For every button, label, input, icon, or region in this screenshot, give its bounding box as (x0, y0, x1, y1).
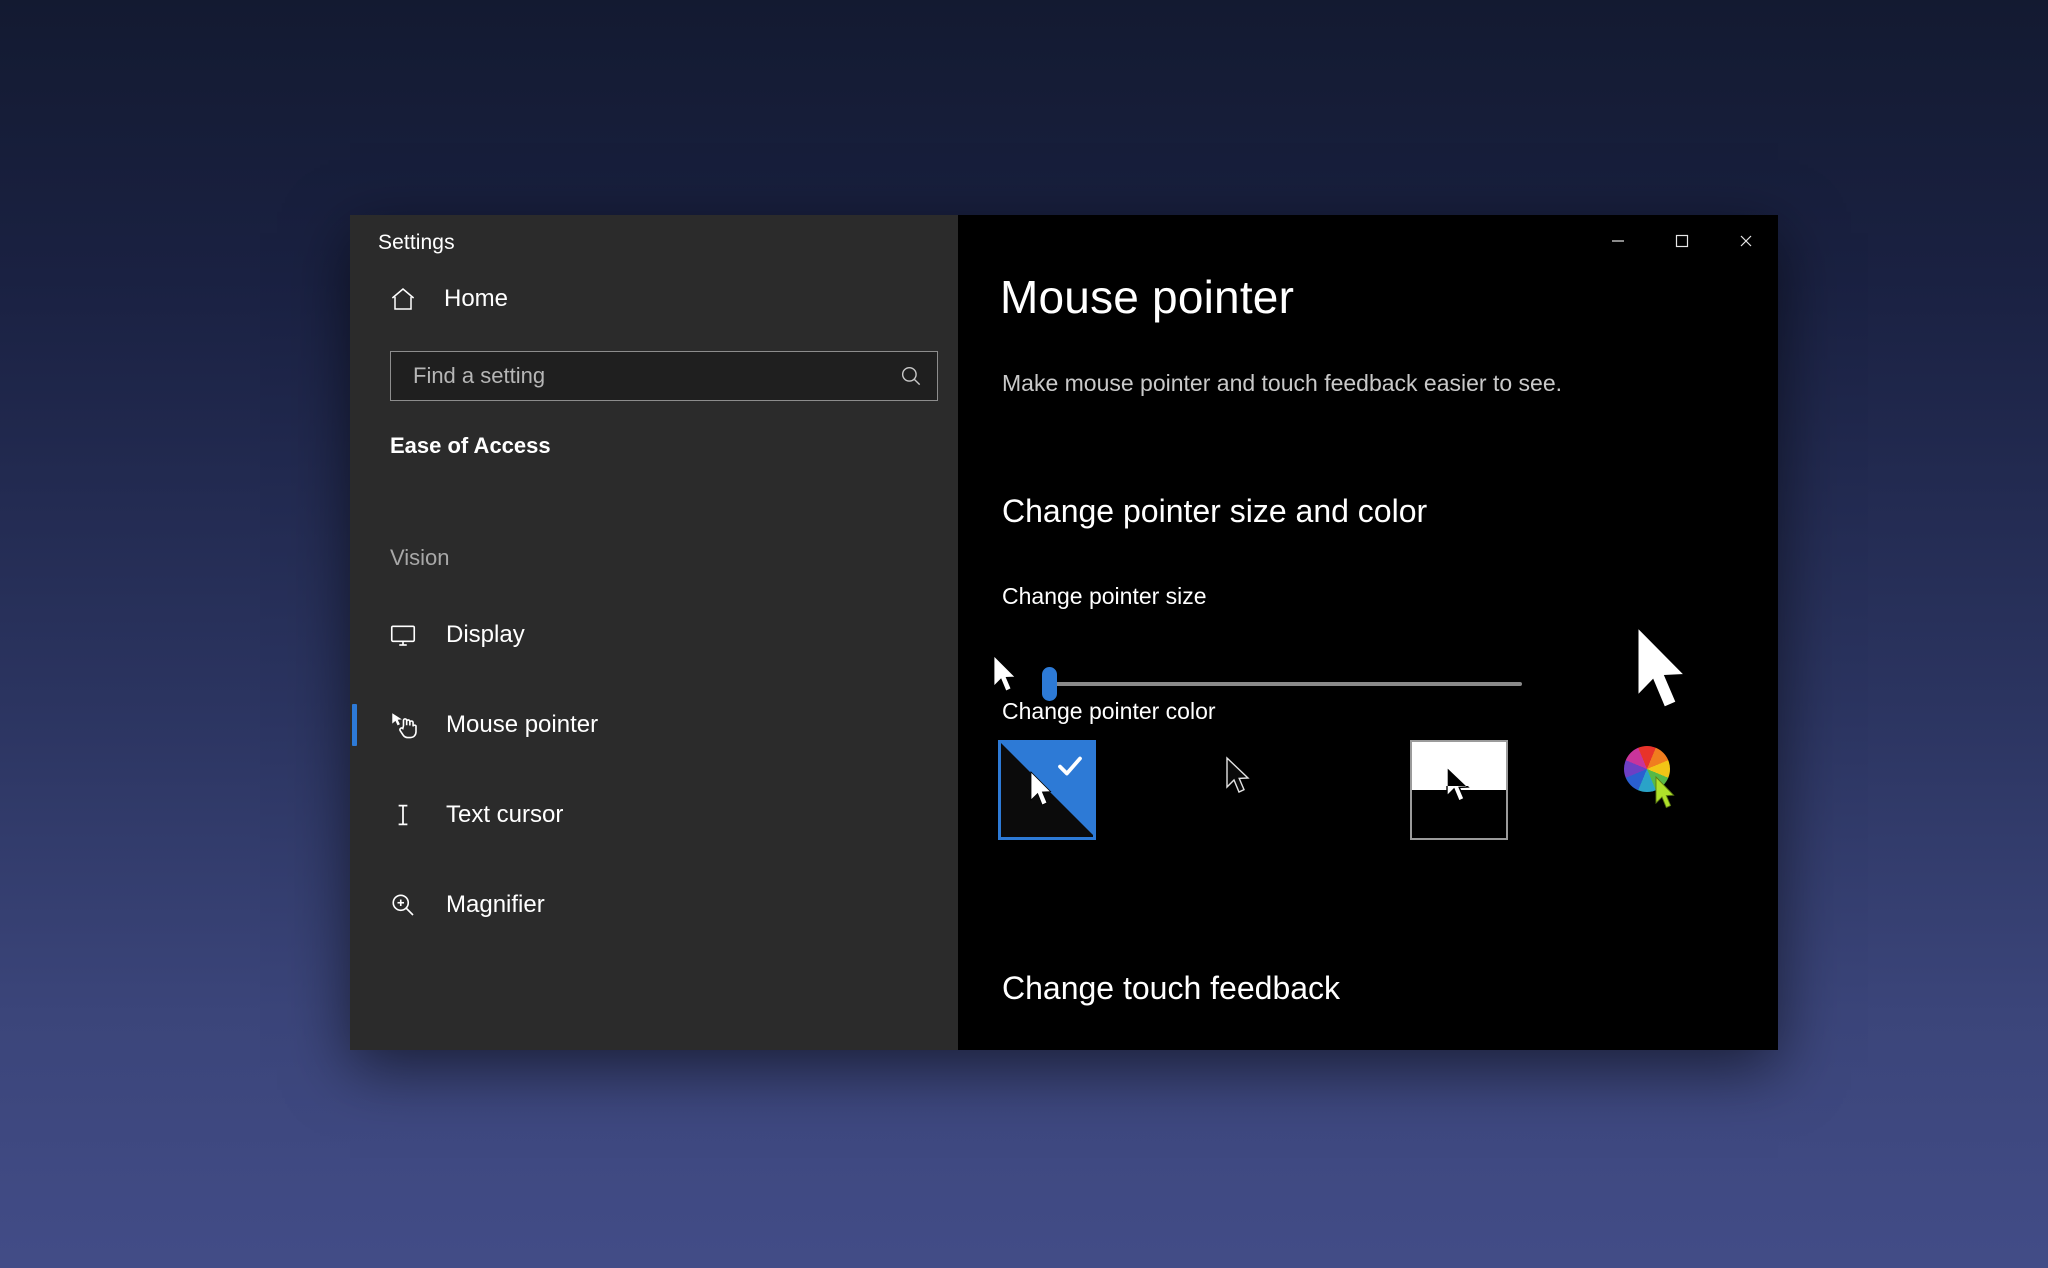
pointer-color-option-black[interactable]: black-pointer (1204, 740, 1302, 840)
section-heading-size-color: Change pointer size and color (1002, 493, 1428, 529)
sidebar-item-home-label: Home (444, 285, 509, 312)
pointer-color-option-inverted[interactable]: inverted-pointer (1410, 740, 1508, 840)
slider-track[interactable] (1042, 682, 1522, 686)
home-icon (388, 284, 422, 314)
magnifier-icon (388, 890, 426, 920)
hand-pointer-icon (388, 709, 426, 741)
sidebar-item-home[interactable]: Home (370, 271, 930, 327)
close-button[interactable]: Close (1714, 215, 1778, 267)
maximize-button[interactable]: Maximize (1650, 215, 1714, 267)
pointer-size-label: Change pointer size (1002, 583, 1207, 609)
text-cursor-icon (388, 800, 426, 830)
slider-thumb[interactable] (1042, 667, 1057, 701)
custom-color-pointer-icon (1652, 774, 1680, 817)
pointer-color-options: white-pointer black-pointer (998, 740, 1726, 840)
settings-window: Settings Home Ease of Access Vision (350, 215, 1778, 1050)
sidebar-item-mouse-pointer[interactable]: Mouse pointer (350, 680, 958, 770)
nav-group-label: Vision (390, 545, 450, 570)
page-title: Mouse pointer (1000, 271, 1295, 323)
pointer-color-label: Change pointer color (1002, 698, 1216, 724)
search-box[interactable] (390, 351, 938, 401)
page-subtitle: Make mouse pointer and touch feedback ea… (1002, 370, 1563, 396)
pointer-color-option-white[interactable]: white-pointer (998, 740, 1096, 840)
small-pointer-icon (990, 653, 1020, 702)
pointer-size-slider[interactable] (1042, 667, 1522, 701)
sidebar: Settings Home Ease of Access Vision (350, 215, 958, 1050)
sidebar-item-text-cursor[interactable]: Text cursor (350, 770, 958, 860)
sidebar-item-magnifier-label: Magnifier (446, 891, 545, 918)
sidebar-item-display[interactable]: Display (350, 590, 958, 680)
white-pointer-icon (1027, 769, 1057, 814)
black-pointer-icon (1222, 754, 1256, 803)
window-controls: Minimize Maximize Close (1586, 215, 1778, 267)
large-pointer-icon (1630, 623, 1696, 724)
search-input[interactable] (391, 352, 885, 400)
monitor-icon (388, 620, 426, 650)
pointer-color-option-custom[interactable]: custom-color-pointer (1616, 740, 1726, 840)
minimize-button[interactable]: Minimize (1586, 215, 1650, 267)
category-label: Ease of Access (390, 433, 551, 458)
sidebar-item-text-cursor-label: Text cursor (446, 801, 564, 828)
search-icon[interactable] (885, 352, 937, 400)
app-title: Settings (378, 231, 455, 254)
sidebar-nav-list: Display Mouse pointer Text cursor Magnif… (350, 590, 958, 950)
sidebar-item-magnifier[interactable]: Magnifier (350, 860, 958, 950)
section-heading-touch-feedback: Change touch feedback (1002, 970, 1341, 1006)
sidebar-item-display-label: Display (446, 621, 525, 648)
inverted-pointer-icon (1442, 764, 1476, 815)
sidebar-item-mouse-pointer-label: Mouse pointer (446, 711, 599, 738)
check-icon (1055, 751, 1085, 781)
content-pane: Minimize Maximize Close Mouse pointer Ma… (958, 215, 1778, 1050)
